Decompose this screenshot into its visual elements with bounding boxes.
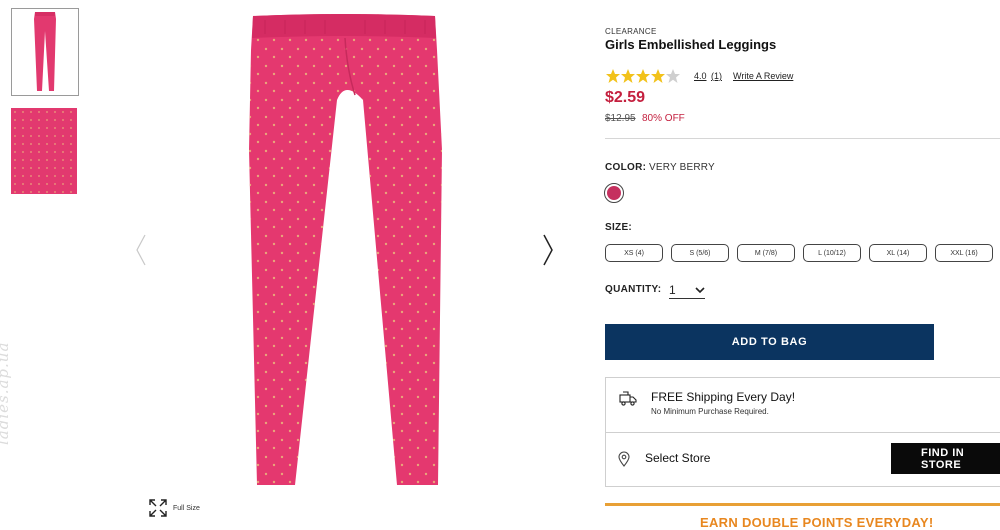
- quantity-value: 1: [669, 283, 676, 297]
- full-size-expand-icon[interactable]: [148, 498, 168, 523]
- shipping-info-box: [605, 377, 1000, 433]
- sale-price: $2.59: [605, 89, 646, 106]
- star-icon: [651, 69, 665, 83]
- star-icon: [606, 69, 620, 83]
- discount-label: 80% OFF: [642, 113, 685, 124]
- fabric-closeup-image: [11, 108, 77, 194]
- size-options: XS (4) S (5/6) M (7/8) L (10/12) XL (14)…: [605, 244, 993, 262]
- star-icon: [636, 69, 650, 83]
- chevron-down-icon: [695, 286, 705, 293]
- leggings-thumbnail-image: [34, 12, 56, 91]
- carousel-prev-arrow-icon[interactable]: [134, 233, 148, 272]
- star-empty-icon: [666, 69, 680, 83]
- full-size-label[interactable]: Full Size: [173, 505, 200, 512]
- color-label: COLOR:: [605, 162, 647, 173]
- main-product-image[interactable]: [245, 10, 445, 495]
- promo-banner[interactable]: EARN DOUBLE POINTS EVERYDAY!: [700, 515, 934, 530]
- watermark: ladies.ap.ua: [0, 341, 12, 445]
- free-shipping-title: FREE Shipping Every Day!: [651, 390, 796, 404]
- select-store-link[interactable]: Select Store: [645, 451, 710, 465]
- size-option-m[interactable]: M (7/8): [737, 244, 795, 262]
- promo-divider: [605, 503, 1000, 506]
- size-option-l[interactable]: L (10/12): [803, 244, 861, 262]
- thumbnail-front[interactable]: [11, 8, 79, 96]
- size-option-xl[interactable]: XL (14): [869, 244, 927, 262]
- size-option-s[interactable]: S (5/6): [671, 244, 729, 262]
- rating-count[interactable]: (1): [711, 71, 722, 81]
- quantity-select[interactable]: 1: [669, 282, 705, 299]
- color-swatch-very-berry[interactable]: [604, 183, 624, 203]
- free-shipping-subtitle: No Minimum Purchase Required.: [651, 407, 769, 416]
- size-label: SIZE:: [605, 222, 633, 233]
- clearance-label: CLEARANCE: [605, 27, 657, 36]
- star-icon: [621, 69, 635, 83]
- thumbnail-fabric-detail[interactable]: [11, 108, 77, 194]
- divider: [605, 138, 1000, 139]
- size-option-xs[interactable]: XS (4): [605, 244, 663, 262]
- carousel-next-arrow-icon[interactable]: [541, 233, 555, 272]
- size-option-xxl[interactable]: XXL (16): [935, 244, 993, 262]
- rating-value[interactable]: 4.0: [694, 71, 707, 81]
- find-in-store-button[interactable]: FIND IN STORE: [891, 443, 1000, 474]
- quantity-label: QUANTITY:: [605, 284, 662, 295]
- add-to-bag-button[interactable]: ADD TO BAG: [605, 324, 934, 360]
- location-pin-icon: [618, 451, 630, 472]
- write-review-link[interactable]: Write A Review: [733, 71, 793, 81]
- original-price: $12.95: [605, 113, 636, 124]
- star-rating: [605, 68, 683, 84]
- color-value: VERY BERRY: [649, 162, 715, 173]
- delivery-truck-icon: [619, 391, 637, 412]
- product-title: Girls Embellished Leggings: [605, 37, 777, 52]
